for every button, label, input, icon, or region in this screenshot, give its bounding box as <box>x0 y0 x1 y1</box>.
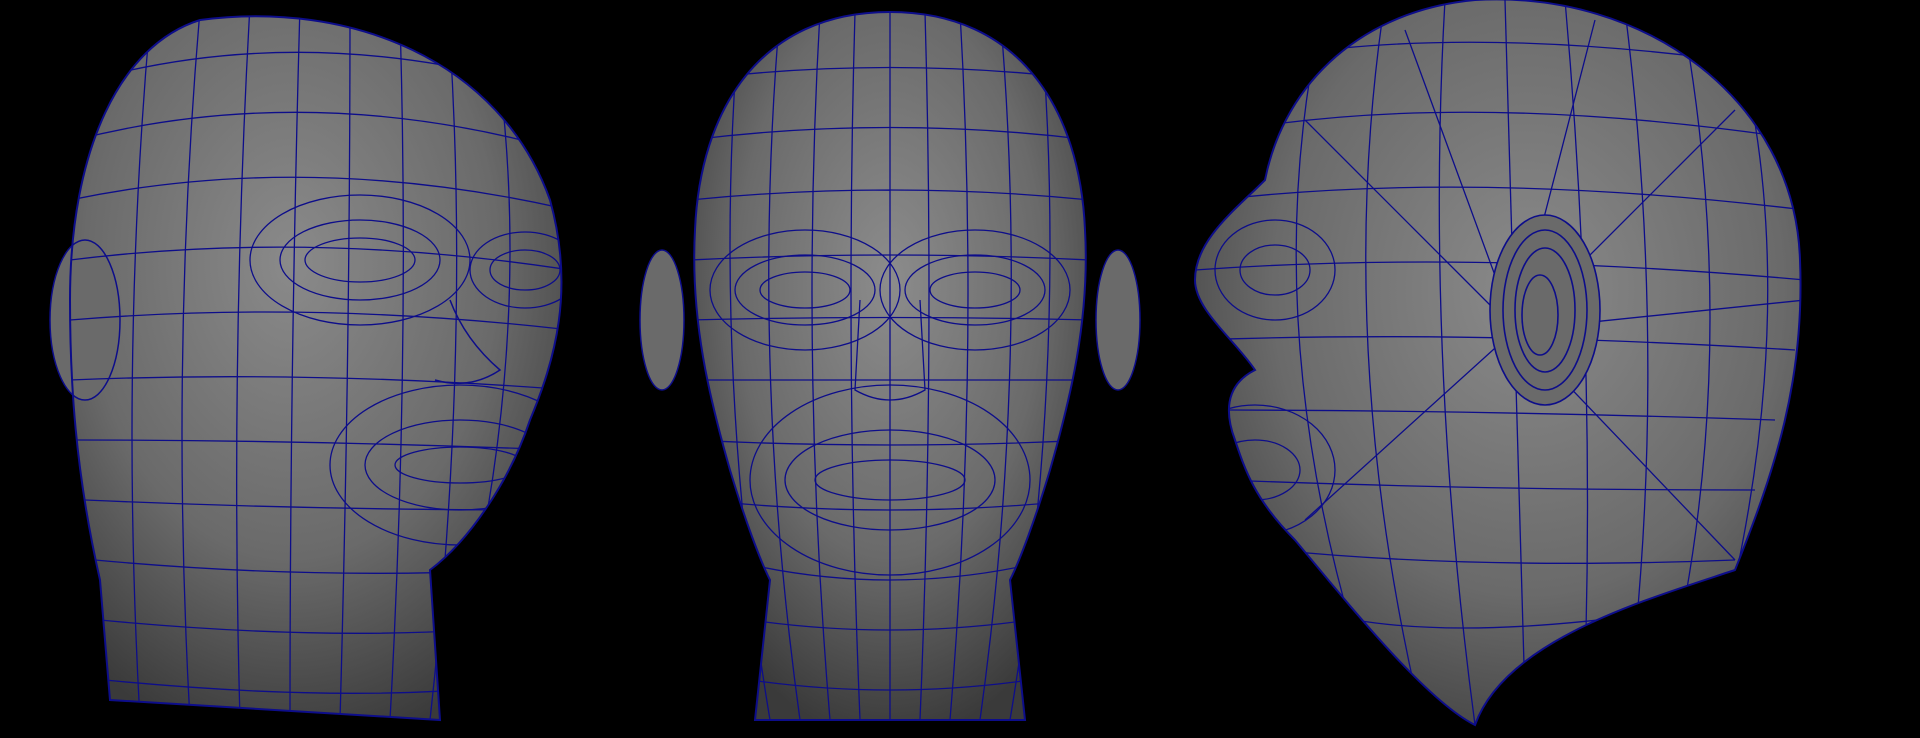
head-view-three-quarter <box>30 0 590 738</box>
render-viewport <box>0 0 1920 738</box>
head-front-wireframe <box>639 11 1141 721</box>
head-view-front <box>630 0 1150 738</box>
head-view-side <box>1175 0 1815 738</box>
ear-wireframe <box>1489 214 1601 406</box>
head-side-wireframe <box>1194 0 1802 727</box>
head-three-quarter-wireframe <box>49 15 563 721</box>
